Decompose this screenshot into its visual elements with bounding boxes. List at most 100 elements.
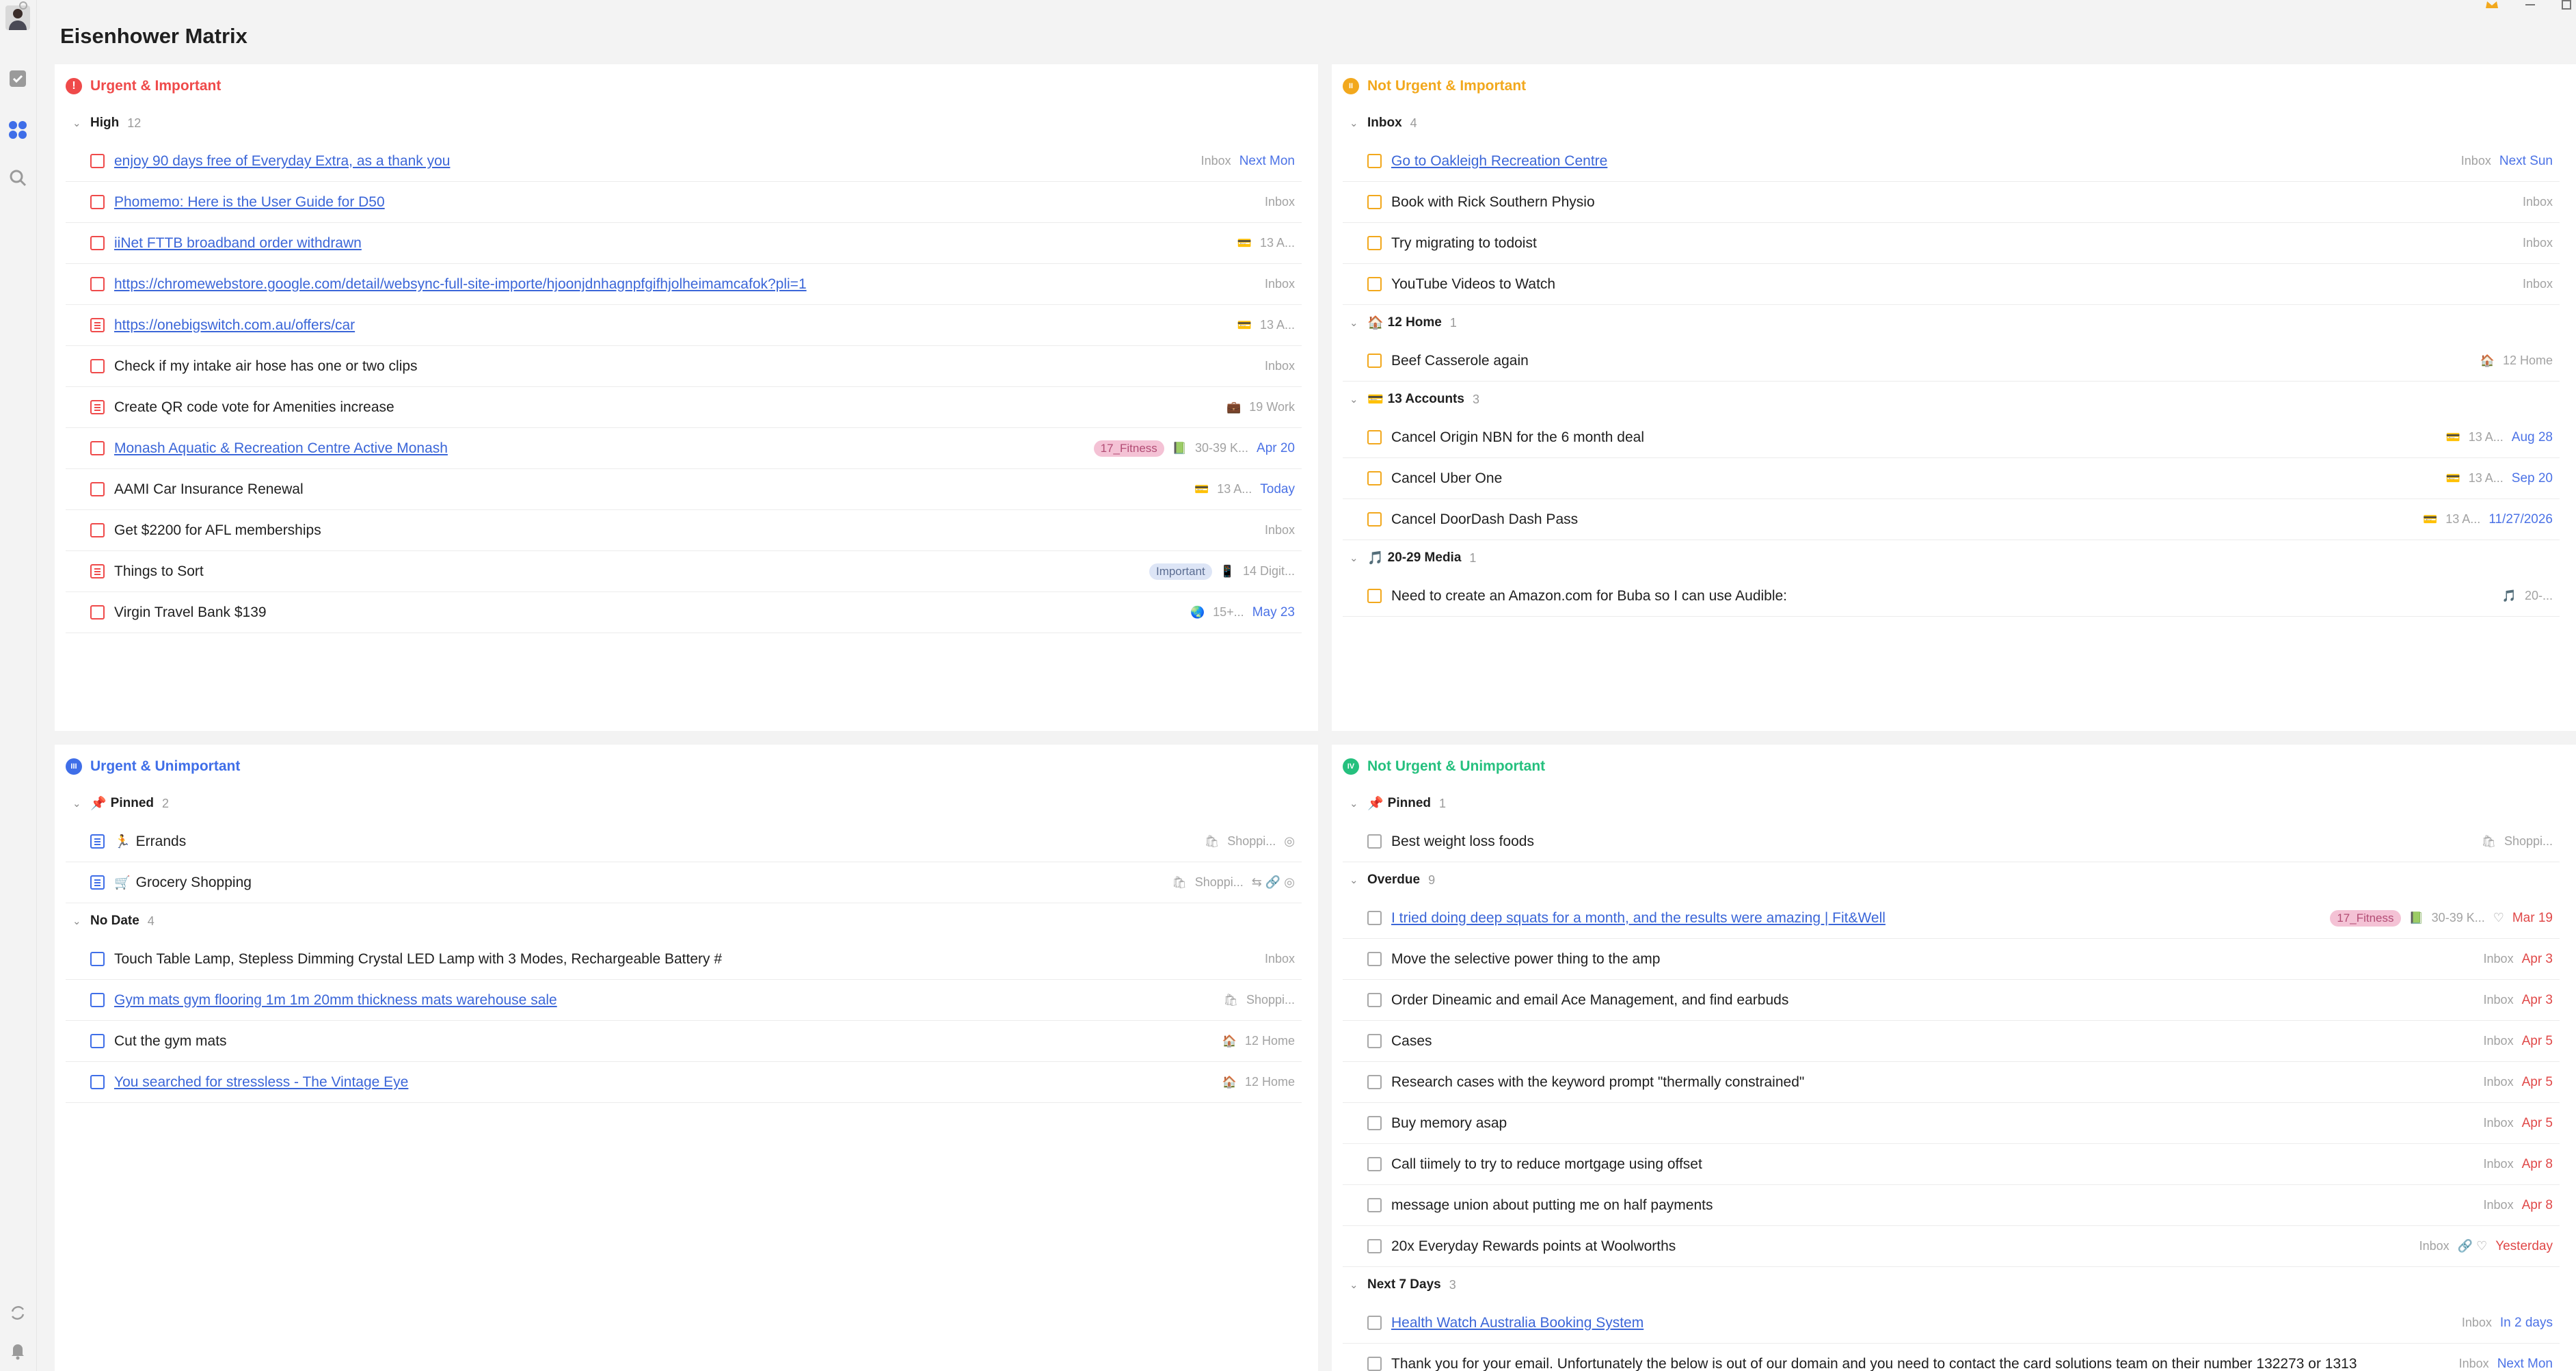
task-title[interactable]: https://chromewebstore.google.com/detail…	[114, 276, 1248, 293]
task-checkbox[interactable]	[1367, 952, 1382, 966]
task-row[interactable]: Beef Casserole again 🏠 12 Home	[1343, 341, 2560, 382]
task-checkbox[interactable]	[90, 482, 105, 496]
task-title[interactable]: Book with Rick Southern Physio	[1391, 194, 2506, 211]
task-row[interactable]: 🏃 Errands 🛍 Shoppi... ◎	[66, 821, 1302, 862]
task-checkbox[interactable]	[1367, 1034, 1382, 1048]
chevron-down-icon[interactable]: ⌄	[1350, 552, 1367, 564]
crown-icon[interactable]	[2484, 0, 2499, 13]
task-checkbox[interactable]	[1367, 911, 1382, 925]
task-due-date[interactable]: May 23	[1252, 605, 1295, 620]
task-title[interactable]: Move the selective power thing to the am…	[1391, 951, 2467, 968]
task-title[interactable]: Best weight loss foods	[1391, 834, 2465, 850]
task-title[interactable]: https://onebigswitch.com.au/offers/car	[114, 317, 1221, 334]
task-checkbox[interactable]	[1367, 354, 1382, 368]
task-row[interactable]: iiNet FTTB broadband order withdrawn 💳 13 …	[66, 223, 1302, 264]
task-title[interactable]: Go to Oakleigh Recreation Centre	[1391, 153, 2445, 170]
task-checkbox[interactable]	[90, 605, 105, 620]
task-title[interactable]: Cancel Uber One	[1391, 470, 2430, 487]
task-row[interactable]: 20x Everyday Rewards points at Woolworth…	[1343, 1226, 2560, 1267]
minimize-icon[interactable]	[2524, 0, 2536, 13]
task-row[interactable]: Touch Table Lamp, Stepless Dimming Cryst…	[66, 939, 1302, 980]
task-title[interactable]: Research cases with the keyword prompt "…	[1391, 1074, 2467, 1091]
task-checkbox[interactable]	[90, 564, 105, 578]
group-header[interactable]: ⌄ 💳 13 Accounts 3	[1343, 382, 2560, 417]
task-title[interactable]: Phomemo: Here is the User Guide for D50	[114, 194, 1248, 211]
task-row[interactable]: Call tiimely to try to reduce mortgage u…	[1343, 1144, 2560, 1185]
task-checkbox[interactable]	[1367, 589, 1382, 603]
task-checkbox[interactable]	[1367, 1357, 1382, 1371]
task-row[interactable]: Things to Sort Important 📱 14 Digit...	[66, 551, 1302, 592]
task-checkbox-icon[interactable]	[4, 65, 31, 92]
task-row[interactable]: Order Dineamic and email Ace Management,…	[1343, 980, 2560, 1021]
search-icon[interactable]	[4, 164, 31, 191]
task-checkbox[interactable]	[90, 834, 105, 849]
task-checkbox[interactable]	[1367, 277, 1382, 291]
task-row[interactable]: Phomemo: Here is the User Guide for D50 I…	[66, 182, 1302, 223]
task-title[interactable]: Cases	[1391, 1033, 2467, 1050]
maximize-icon[interactable]	[2561, 0, 2572, 13]
task-row[interactable]: You searched for stressless - The Vintag…	[66, 1062, 1302, 1103]
matrix-grid-icon[interactable]	[4, 116, 31, 144]
task-checkbox[interactable]	[90, 875, 105, 890]
chevron-down-icon[interactable]: ⌄	[1350, 874, 1367, 886]
settings-gear-icon[interactable]	[18, 0, 29, 11]
task-row[interactable]: Book with Rick Southern Physio Inbox	[1343, 182, 2560, 223]
task-row[interactable]: Need to create an Amazon.com for Buba so…	[1343, 576, 2560, 617]
task-row[interactable]: Go to Oakleigh Recreation Centre Inbox Nex…	[1343, 141, 2560, 182]
group-header[interactable]: ⌄ 📌 Pinned 2	[66, 786, 1302, 821]
task-row[interactable]: message union about putting me on half p…	[1343, 1185, 2560, 1226]
task-title[interactable]: YouTube Videos to Watch	[1391, 276, 2506, 293]
task-checkbox[interactable]	[1367, 1157, 1382, 1171]
task-title[interactable]: Cut the gym mats	[114, 1033, 1206, 1050]
task-due-date[interactable]: Apr 20	[1257, 441, 1295, 456]
task-row[interactable]: https://chromewebstore.google.com/detail…	[66, 264, 1302, 305]
task-row[interactable]: Try migrating to todoist Inbox	[1343, 223, 2560, 264]
task-title[interactable]: I tried doing deep squats for a month, a…	[1391, 910, 2313, 927]
task-title[interactable]: AAMI Car Insurance Renewal	[114, 481, 1178, 498]
task-title[interactable]: Errands	[136, 834, 1188, 850]
group-header[interactable]: ⌄ 🏠 12 Home 1	[1343, 305, 2560, 341]
task-due-date[interactable]: In 2 days	[2500, 1316, 2553, 1331]
task-title[interactable]: iiNet FTTB broadband order withdrawn	[114, 235, 1221, 252]
task-row[interactable]: AAMI Car Insurance Renewal 💳 13 A... Today	[66, 469, 1302, 510]
task-title[interactable]: Check if my intake air hose has one or t…	[114, 358, 1248, 375]
task-checkbox[interactable]	[1367, 236, 1382, 250]
task-due-date[interactable]: Apr 5	[2522, 1075, 2553, 1090]
task-title[interactable]: Grocery Shopping	[136, 875, 1155, 891]
task-due-date[interactable]: Yesterday	[2495, 1239, 2553, 1254]
task-due-date[interactable]: Sep 20	[2512, 471, 2553, 486]
task-row[interactable]: YouTube Videos to Watch Inbox	[1343, 264, 2560, 305]
task-title[interactable]: Virgin Travel Bank $139	[114, 604, 1174, 621]
task-checkbox[interactable]	[1367, 1075, 1382, 1089]
chevron-down-icon[interactable]: ⌄	[72, 797, 90, 810]
group-header[interactable]: ⌄ 🎵 20-29 Media 1	[1343, 540, 2560, 576]
task-row[interactable]: Cancel Origin NBN for the 6 month deal 💳 1…	[1343, 417, 2560, 458]
task-checkbox[interactable]	[90, 400, 105, 414]
task-title[interactable]: Buy memory asap	[1391, 1115, 2467, 1132]
task-checkbox[interactable]	[1367, 1316, 1382, 1330]
chevron-down-icon[interactable]: ⌄	[72, 117, 90, 129]
task-checkbox[interactable]	[1367, 512, 1382, 527]
task-checkbox[interactable]	[90, 359, 105, 373]
task-row[interactable]: Health Watch Australia Booking System Inb…	[1343, 1303, 2560, 1344]
task-due-date[interactable]: Apr 3	[2522, 952, 2553, 967]
task-row[interactable]: Cut the gym mats 🏠 12 Home	[66, 1021, 1302, 1062]
quadrant-title[interactable]: Urgent & Important	[90, 78, 221, 94]
task-title[interactable]: Need to create an Amazon.com for Buba so…	[1391, 588, 2486, 604]
task-due-date[interactable]: Apr 8	[2522, 1157, 2553, 1172]
task-title[interactable]: Beef Casserole again	[1391, 353, 2464, 369]
task-checkbox[interactable]	[90, 523, 105, 537]
task-checkbox[interactable]	[1367, 471, 1382, 485]
task-title[interactable]: Try migrating to todoist	[1391, 235, 2506, 252]
task-title[interactable]: You searched for stressless - The Vintag…	[114, 1074, 1206, 1091]
task-title[interactable]: message union about putting me on half p…	[1391, 1197, 2467, 1214]
quadrant-title[interactable]: Not Urgent & Unimportant	[1367, 758, 1545, 775]
quadrant-title[interactable]: Urgent & Unimportant	[90, 758, 240, 775]
task-title[interactable]: Thank you for your email. Unfortunately …	[1391, 1356, 2443, 1371]
task-checkbox[interactable]	[90, 318, 105, 332]
task-title[interactable]: Cancel DoorDash Dash Pass	[1391, 511, 2406, 528]
task-row[interactable]: Best weight loss foods 🛍 Shoppi...	[1343, 821, 2560, 862]
task-due-date[interactable]: Apr 8	[2522, 1198, 2553, 1213]
task-checkbox[interactable]	[90, 154, 105, 168]
task-row[interactable]: Move the selective power thing to the am…	[1343, 939, 2560, 980]
